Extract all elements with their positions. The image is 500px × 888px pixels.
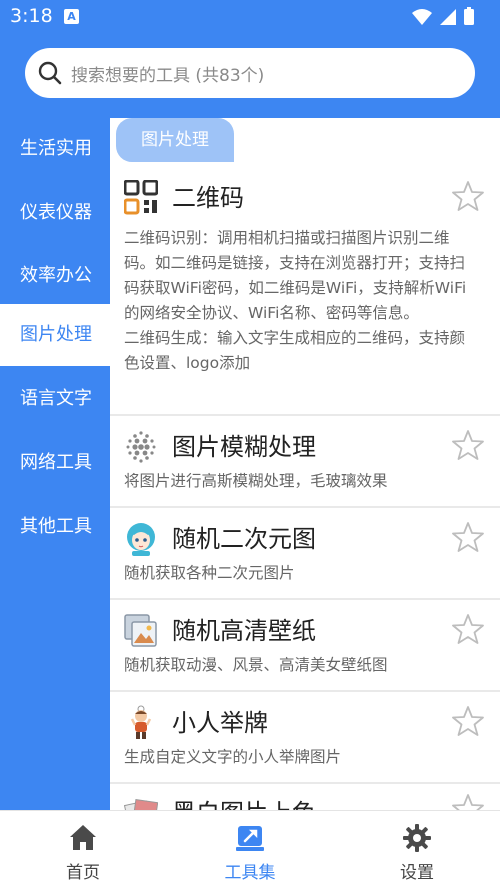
tool-title: 黑白图片上色 xyxy=(172,793,316,810)
tool-title: 随机二次元图 xyxy=(172,525,316,553)
tool-list: 图片处理 二维码 二维码识别：调用相机扫描或扫描图片识别二维码。如二维码是链接，… xyxy=(110,118,500,810)
bottom-nav: 首页 工具集 设置 xyxy=(0,810,500,888)
sidebar-item-label: 生活实用 xyxy=(20,138,92,159)
qrcode-icon xyxy=(124,180,158,215)
sidebar-item-label: 语言文字 xyxy=(20,388,92,409)
toolbox-icon xyxy=(236,826,264,851)
tool-title: 图片模糊处理 xyxy=(172,433,316,461)
tool-card-wallpaper[interactable]: 随机高清壁纸 随机获取动漫、风景、高清美女壁纸图 xyxy=(110,601,500,692)
section-header: 图片处理 xyxy=(116,118,234,162)
sidebar-item-other[interactable]: 其他工具 xyxy=(0,496,110,558)
sidebar-item-instruments[interactable]: 仪表仪器 xyxy=(0,182,110,244)
star-outline-icon[interactable] xyxy=(452,613,484,645)
battery-icon xyxy=(464,9,474,25)
anime-girl-icon xyxy=(127,523,155,556)
gear-icon xyxy=(403,824,431,852)
search-icon xyxy=(38,61,62,85)
nav-label: 工具集 xyxy=(224,863,276,883)
star-outline-icon[interactable] xyxy=(452,429,484,461)
sidebar-item-language[interactable]: 语言文字 xyxy=(0,368,110,430)
sidebar-item-label: 仪表仪器 xyxy=(20,202,92,223)
nav-label: 设置 xyxy=(400,863,434,883)
star-outline-icon[interactable] xyxy=(452,180,484,212)
star-outline-icon[interactable] xyxy=(452,793,484,810)
sidebar-item-label: 图片处理 xyxy=(20,324,92,345)
tool-description: 生成自定义文字的小人举牌图片 xyxy=(124,748,342,766)
tool-card-colorize[interactable]: 黑白图片上色 xyxy=(110,785,500,810)
sign-holder-icon xyxy=(130,705,152,739)
tool-description: 随机获取动漫、风景、高清美女壁纸图 xyxy=(124,656,388,674)
status-bar: 3:18 A xyxy=(0,0,500,34)
search-placeholder: 搜索想要的工具 (共83个) xyxy=(71,66,265,86)
signal-icon xyxy=(440,9,456,25)
blur-dots-icon xyxy=(126,431,156,463)
header: 3:18 A 搜索想要的工具 (共83个) xyxy=(0,0,500,118)
tool-title: 二维码 xyxy=(172,184,244,212)
nav-settings[interactable]: 设置 xyxy=(334,811,500,888)
tool-description: 随机获取各种二次元图片 xyxy=(124,564,295,582)
tool-title: 小人举牌 xyxy=(172,709,268,737)
tool-card-sign-holder[interactable]: 小人举牌 生成自定义文字的小人举牌图片 xyxy=(110,693,500,784)
tool-title: 随机高清壁纸 xyxy=(172,617,316,645)
search-bar[interactable]: 搜索想要的工具 (共83个) xyxy=(25,48,475,98)
sidebar-item-image[interactable]: 图片处理 xyxy=(0,304,110,366)
sidebar-item-label: 效率办公 xyxy=(20,265,92,286)
tool-description: 将图片进行高斯模糊处理，毛玻璃效果 xyxy=(124,472,388,490)
tool-card-qrcode[interactable]: 二维码 二维码识别：调用相机扫描或扫描图片识别二维码。如二维码是链接，支持在浏览… xyxy=(110,168,500,416)
wallpaper-icon xyxy=(124,614,157,647)
status-time: 3:18 xyxy=(10,5,53,27)
wifi-icon xyxy=(412,9,432,25)
colorize-icon xyxy=(124,799,158,810)
sidebar-item-network[interactable]: 网络工具 xyxy=(0,432,110,494)
tool-card-anime[interactable]: 随机二次元图 随机获取各种二次元图片 xyxy=(110,509,500,600)
star-outline-icon[interactable] xyxy=(452,705,484,737)
sidebar-item-life[interactable]: 生活实用 xyxy=(0,118,110,180)
nav-label: 首页 xyxy=(66,863,100,883)
nav-home[interactable]: 首页 xyxy=(0,811,166,888)
sidebar-item-label: 网络工具 xyxy=(20,452,92,473)
tool-description: 二维码识别：调用相机扫描或扫描图片识别二维码。如二维码是链接，支持在浏览器打开；… xyxy=(124,229,467,372)
home-icon xyxy=(70,825,96,850)
notification-icon: A xyxy=(64,9,79,24)
category-sidebar: 生活实用 仪表仪器 效率办公 图片处理 语言文字 网络工具 其他工具 xyxy=(0,118,110,810)
tool-card-blur[interactable]: 图片模糊处理 将图片进行高斯模糊处理，毛玻璃效果 xyxy=(110,417,500,508)
star-outline-icon[interactable] xyxy=(452,521,484,553)
system-status-icons xyxy=(412,7,474,25)
sidebar-item-label: 其他工具 xyxy=(20,516,92,537)
sidebar-item-office[interactable]: 效率办公 xyxy=(0,245,110,307)
nav-toolbox[interactable]: 工具集 xyxy=(167,811,333,888)
